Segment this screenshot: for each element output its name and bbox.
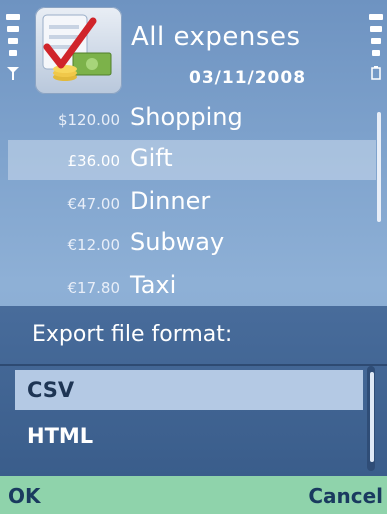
date-label: 03/11/2008 bbox=[189, 68, 307, 88]
expense-row-selected[interactable]: £36.00 Gift bbox=[8, 140, 376, 180]
phone-screen: All expenses 03/11/2008 $120.00 Shopping… bbox=[0, 0, 387, 514]
header: All expenses 03/11/2008 bbox=[0, 0, 387, 100]
expense-name: Shopping bbox=[130, 103, 243, 131]
expense-app-icon bbox=[35, 7, 122, 94]
expense-name: Dinner bbox=[130, 187, 211, 215]
expense-name: Subway bbox=[130, 228, 225, 256]
battery-icon bbox=[367, 10, 385, 82]
page-title: All expenses bbox=[131, 22, 301, 52]
expense-name: Taxi bbox=[130, 271, 177, 299]
dialog-scrollbar-thumb[interactable] bbox=[370, 372, 374, 462]
expense-amount: £36.00 bbox=[67, 152, 121, 170]
option-label: CSV bbox=[27, 378, 75, 402]
expense-row[interactable]: €47.00 Dinner bbox=[8, 183, 376, 223]
expense-row[interactable]: $120.00 Shopping bbox=[8, 99, 376, 139]
option-label: HTML bbox=[27, 424, 94, 448]
list-scrollbar[interactable] bbox=[377, 112, 381, 222]
expense-amount: €47.00 bbox=[67, 195, 121, 213]
expense-row[interactable]: €12.00 Subway bbox=[8, 224, 376, 264]
expense-name: Gift bbox=[130, 144, 173, 172]
ok-softkey[interactable]: OK bbox=[8, 484, 41, 508]
expense-amount: €17.80 bbox=[67, 279, 121, 297]
export-format-dialog: Export file format: CSV HTML bbox=[0, 306, 387, 476]
expense-amount: $120.00 bbox=[57, 111, 120, 129]
expense-row[interactable]: €17.80 Taxi bbox=[8, 267, 376, 307]
softkey-bar: OK Cancel bbox=[0, 476, 387, 514]
antenna-icon bbox=[4, 10, 22, 82]
expense-amount: €12.00 bbox=[67, 236, 121, 254]
cancel-softkey[interactable]: Cancel bbox=[308, 484, 383, 508]
option-csv[interactable]: CSV bbox=[15, 370, 363, 410]
dialog-title: Export file format: bbox=[32, 322, 233, 347]
option-html[interactable]: HTML bbox=[15, 416, 363, 456]
expense-list: $120.00 Shopping £36.00 Gift €47.00 Dinn… bbox=[0, 96, 387, 306]
dialog-divider bbox=[0, 364, 387, 366]
